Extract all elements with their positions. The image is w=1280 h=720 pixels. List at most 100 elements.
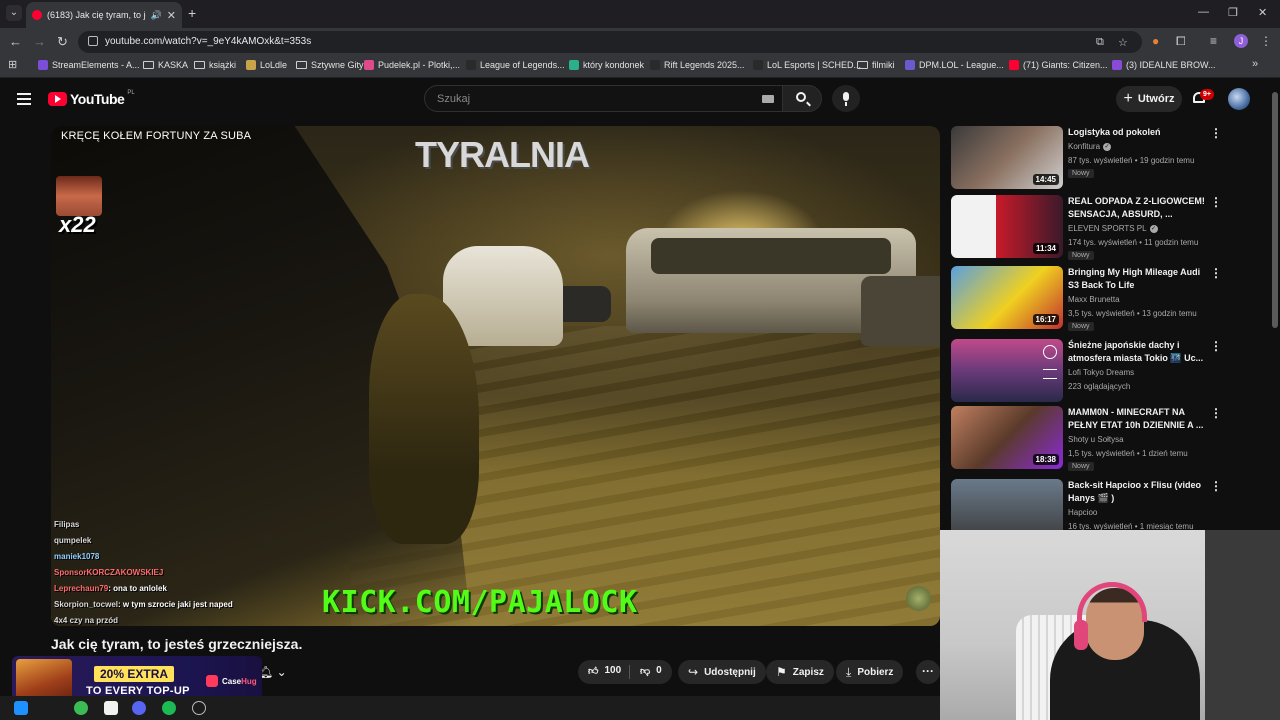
restore-icon[interactable]: ❐ [1228, 6, 1238, 19]
bookmark-favicon-icon [753, 60, 763, 70]
save-button[interactable]: ⚑ Zapisz [766, 660, 834, 684]
keyboard-icon[interactable] [762, 95, 774, 103]
bookmark-star-icon[interactable]: ☆ [1118, 36, 1128, 49]
download-button[interactable]: ⤓ Pobierz [836, 660, 904, 684]
video-title[interactable]: REAL ODPADA Z 2-LIGOWCEM! SENSACJA, ABSU… [1068, 195, 1206, 221]
video-meta: 1,5 tys. wyświetleń • 1 dzień temu [1068, 449, 1188, 458]
bookmark-item[interactable]: LoL Esports | SCHED... [753, 60, 861, 70]
bookmark-item[interactable]: filmiki [857, 60, 895, 70]
video-thumbnail[interactable] [951, 339, 1063, 402]
recommended-video-item[interactable]: 16:17 Bringing My High Mileage Audi S3 Ba… [951, 266, 1222, 331]
chrome-menu-icon[interactable]: ⋮ [1260, 34, 1272, 48]
apps-grid-icon[interactable]: ⊞ [8, 58, 17, 71]
bookmark-item[interactable]: Rift Legends 2025... [650, 60, 745, 70]
reload-icon[interactable]: ↻ [57, 34, 68, 50]
forward-icon[interactable]: → [33, 34, 46, 49]
bookmark-item[interactable]: LoLdle [246, 60, 287, 70]
close-window-icon[interactable]: ✕ [1258, 6, 1267, 19]
extensions-puzzle-icon[interactable]: ⧠ [1176, 34, 1186, 49]
voice-search-button[interactable] [832, 85, 860, 112]
video-duration: 18:38 [1032, 454, 1059, 465]
video-title[interactable]: Logistyka od pokoleń [1068, 126, 1206, 139]
recommended-video-item[interactable]: 11:34 REAL ODPADA Z 2-LIGOWCEM! SENSACJA,… [951, 195, 1222, 260]
video-thumbnail[interactable]: 18:38 [951, 406, 1063, 469]
recommended-video-item[interactable]: 14:45 Logistyka od pokoleń Konfitura ✓ 87 ty… [951, 126, 1222, 190]
channel-name[interactable]: Maxx Brunetta [1068, 295, 1120, 304]
windows-start-icon[interactable] [14, 701, 28, 715]
chrome-taskbar-icon[interactable] [74, 701, 88, 715]
video-thumbnail[interactable]: 11:34 [951, 195, 1063, 258]
chat-username: maniek1078 [54, 552, 100, 561]
bookmark-item[interactable]: KASKA [143, 60, 188, 70]
bookmark-item[interactable]: StreamElements - A... [38, 60, 140, 70]
create-button[interactable]: + Utwórz [1116, 86, 1182, 112]
recommended-video-item[interactable]: Śnieżne japońskie dachy i atmosfera mias… [951, 339, 1222, 403]
video-options-icon[interactable]: ⋮ [1210, 480, 1222, 492]
bookmark-item[interactable]: Pudelek.pl - Plotki,... [364, 60, 460, 70]
video-options-icon[interactable]: ⋮ [1210, 340, 1222, 352]
address-bar[interactable]: youtube.com/watch?v=_9eY4kAMOxk&t=353s ⧉… [78, 31, 1142, 53]
channel-name[interactable]: Shoty u Sołtysa [1068, 435, 1124, 444]
like-button[interactable]: 👍︎ 100 [588, 665, 621, 677]
video-title[interactable]: MAMM0N - MINECRAFT NA PEŁNY ETAT 10h DZI… [1068, 406, 1206, 432]
speaker-icon[interactable]: 🔊 [151, 10, 162, 21]
plus-icon: + [1123, 90, 1133, 107]
video-title[interactable]: Back-sit Hapcioo x Flisu (video Hanys 🎬 … [1068, 479, 1206, 505]
bookmark-item[interactable]: który kondonek [569, 60, 644, 70]
page-scrollbar[interactable] [1272, 92, 1278, 328]
search-input[interactable]: Szukaj [424, 85, 787, 112]
share-button[interactable]: ↪ Udostępnij [678, 660, 766, 684]
channel-name[interactable]: ELEVEN SPORTS PL ✓ [1068, 224, 1158, 233]
channel-name[interactable]: Konfitura ✓ [1068, 142, 1112, 151]
chat-username: Skorpion_tocwel [54, 600, 119, 609]
add-to-queue-icon[interactable] [1043, 369, 1057, 379]
bookmark-item[interactable]: (3) IDEALNE BROW... [1112, 60, 1216, 70]
video-thumbnail[interactable]: 16:17 [951, 266, 1063, 329]
video-options-icon[interactable]: ⋮ [1210, 407, 1222, 419]
profile-avatar[interactable]: J [1234, 34, 1248, 48]
youtube-logo[interactable]: YouTube PL [48, 90, 135, 107]
url-text[interactable]: youtube.com/watch?v=_9eY4kAMOxk&t=353s [105, 36, 311, 47]
extension-icon[interactable]: ● [1152, 34, 1159, 48]
recommended-video-item[interactable]: 18:38 MAMM0N - MINECRAFT NA PEŁNY ETAT 10… [951, 406, 1222, 471]
menu-hamburger-icon[interactable] [17, 93, 31, 105]
channel-name[interactable]: Hapcioo [1068, 508, 1097, 517]
bookmark-item[interactable]: Sztywne Gity [296, 60, 364, 70]
video-scene-fender [369, 294, 479, 544]
overlay-counter: x22 [59, 212, 96, 237]
dislike-button[interactable]: 👎︎ 0 [640, 665, 662, 677]
tab-search-icon[interactable]: ⌄ [6, 5, 22, 21]
spotify-taskbar-icon[interactable] [162, 701, 176, 715]
more-actions-icon[interactable]: ··· [916, 660, 940, 684]
channel-name[interactable]: Lofi Tokyo Dreams [1068, 368, 1134, 377]
discord-taskbar-icon[interactable] [132, 701, 146, 715]
more-bookmarks-icon[interactable]: » [1252, 58, 1258, 70]
settings-taskbar-icon[interactable] [192, 701, 206, 715]
back-icon[interactable]: ← [9, 34, 22, 49]
bookmark-item[interactable]: książki [194, 60, 236, 70]
watch-later-icon[interactable] [1043, 345, 1057, 359]
close-tab-icon[interactable]: ✕ [167, 9, 176, 22]
video-options-icon[interactable]: ⋮ [1210, 127, 1222, 139]
files-taskbar-icon[interactable] [104, 701, 118, 715]
thumbs-up-icon: 👍︎ [588, 666, 599, 677]
site-info-icon[interactable] [88, 36, 98, 46]
bookmark-item[interactable]: League of Legends... [466, 60, 565, 70]
new-tab-icon[interactable]: + [188, 5, 196, 21]
bookmark-item[interactable]: DPM.LOL - League... [905, 60, 1004, 70]
user-avatar[interactable] [1228, 88, 1250, 110]
bookmark-item[interactable]: (71) Giants: Citizen... [1009, 60, 1108, 70]
chat-message: Skorpion_tocwel: w tym szrocie jaki jest… [54, 597, 314, 613]
subscribe-chevron-icon[interactable]: 🔔︎ ⌄ [258, 660, 306, 684]
search-button[interactable] [782, 85, 822, 112]
install-icon[interactable]: ⧉ [1096, 36, 1104, 49]
video-title[interactable]: Śnieżne japońskie dachy i atmosfera mias… [1068, 339, 1206, 365]
minimize-icon[interactable]: — [1198, 6, 1209, 18]
mic-icon [843, 92, 849, 101]
video-options-icon[interactable]: ⋮ [1210, 267, 1222, 279]
video-options-icon[interactable]: ⋮ [1210, 196, 1222, 208]
browser-tab[interactable]: (6183) Jak cię tyram, to jesteś 🔊 ✕ [26, 2, 182, 28]
video-thumbnail[interactable]: 14:45 [951, 126, 1063, 189]
video-title[interactable]: Bringing My High Mileage Audi S3 Back To… [1068, 266, 1206, 292]
reading-list-icon[interactable]: ≡ [1210, 34, 1217, 48]
